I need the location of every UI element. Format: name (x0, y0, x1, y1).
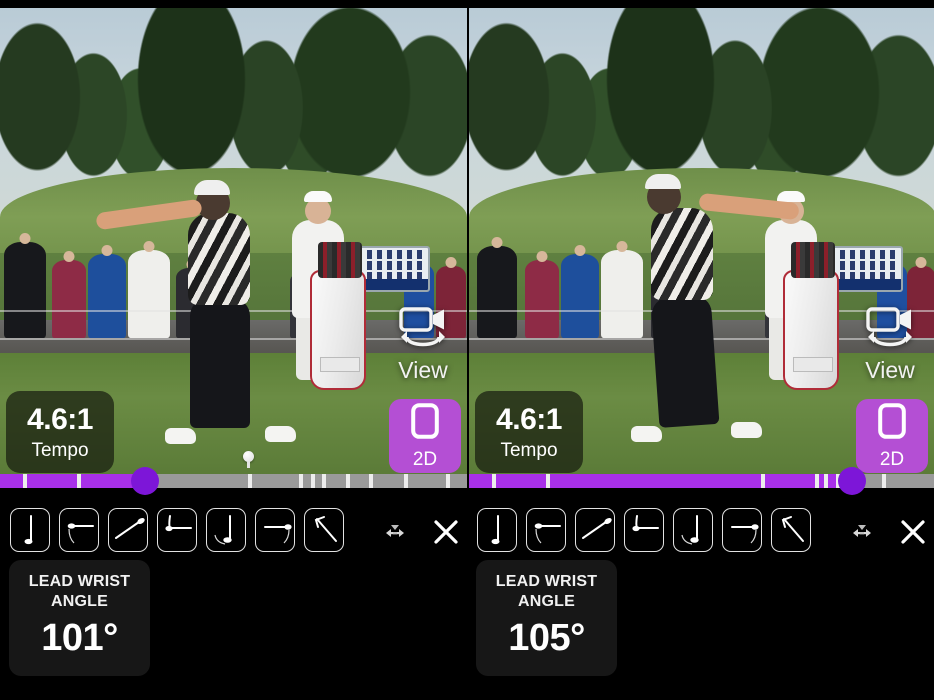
swing-position-p5-downswing[interactable] (673, 508, 713, 552)
close-x-icon[interactable] (899, 518, 927, 551)
tempo-caption: Tempo (31, 439, 89, 461)
swing-position-toolbar-right (477, 508, 811, 552)
tempo-card-left: 4.6:1 Tempo (6, 391, 114, 473)
swing-position-p5-downswing[interactable] (206, 508, 246, 552)
swing-position-p7-follow-through[interactable] (304, 508, 344, 552)
view-button-label: View (398, 356, 448, 383)
bottom-control-bar: LEAD WRIST ANGLE 101° LEAD WRIST ANGLE 1… (0, 500, 934, 700)
video-panes: View 4.6:1 Tempo 2D View 4.6:1 Tempo 2D (0, 0, 934, 500)
metric-title: LEAD WRIST ANGLE (495, 572, 598, 610)
metric-value: 101° (41, 617, 118, 660)
scrubber-tick (403, 474, 408, 488)
timeline-scrubber-right[interactable] (469, 467, 934, 495)
view-button-label: View (865, 356, 915, 383)
swing-position-p6-impact[interactable] (255, 508, 295, 552)
scrubber-tick (445, 474, 450, 488)
golf-bag (310, 242, 366, 390)
video-pane-left[interactable]: View 4.6:1 Tempo 2D (0, 0, 467, 500)
scrubber-tick (814, 474, 819, 488)
scrubber-tick (345, 474, 350, 488)
swing-position-p6-impact[interactable] (722, 508, 762, 552)
scrubber-fill (0, 474, 145, 488)
scrubber-tick (298, 474, 303, 488)
scrubber-tick (492, 474, 497, 488)
scrubber-tick (247, 474, 252, 488)
tempo-value: 4.6:1 (27, 402, 93, 436)
scrubber-tick (760, 474, 765, 488)
mode-toggle-2d-right[interactable]: 2D (856, 399, 928, 473)
view-toggle-button-right[interactable]: View (852, 306, 928, 382)
video-camera-rotate-icon (862, 306, 918, 357)
swing-position-p4-top[interactable] (624, 508, 664, 552)
video-pane-right[interactable]: View 4.6:1 Tempo 2D (467, 0, 934, 500)
controls-left: LEAD WRIST ANGLE 101° (0, 500, 467, 700)
mode-toggle-2d-left[interactable]: 2D (389, 399, 461, 473)
toolbar-actions-left (378, 518, 460, 551)
view-toggle-button-left[interactable]: View (385, 306, 461, 382)
swing-position-toolbar-left (10, 508, 344, 552)
swing-position-p4-top[interactable] (157, 508, 197, 552)
swing-position-p1-address[interactable] (477, 508, 517, 552)
scrubber-tick (322, 474, 327, 488)
metric-title: LEAD WRIST ANGLE (28, 572, 131, 610)
swing-position-p3-backswing[interactable] (108, 508, 148, 552)
caddie-cap (304, 191, 332, 202)
tempo-value: 4.6:1 (496, 402, 562, 436)
controls-right: LEAD WRIST ANGLE 105° (467, 500, 934, 700)
scrubber-thumb[interactable] (130, 467, 159, 495)
scrubber-thumb[interactable] (837, 467, 866, 495)
mode-button-label: 2D (879, 448, 905, 470)
horizontal-resize-icon[interactable] (378, 521, 412, 548)
timeline-scrubber-left[interactable] (0, 467, 467, 495)
tempo-caption: Tempo (500, 439, 558, 461)
tempo-card-right: 4.6:1 Tempo (475, 391, 583, 473)
scrubber-tick (823, 474, 828, 488)
metric-value: 105° (508, 617, 585, 660)
scrubber-tick (368, 474, 373, 488)
scrubber-tick (882, 474, 887, 488)
golf-bag (783, 242, 839, 390)
scrubber-tick (77, 474, 82, 488)
phone-portrait-icon (877, 402, 907, 445)
close-x-icon[interactable] (432, 518, 460, 551)
toolbar-actions-right (845, 518, 927, 551)
golf-tee (247, 461, 250, 468)
horizontal-resize-icon[interactable] (845, 521, 879, 548)
swing-position-p2-takeaway[interactable] (526, 508, 566, 552)
scrubber-fill (469, 474, 852, 488)
swing-comparison-app: View 4.6:1 Tempo 2D View 4.6:1 Tempo 2D … (0, 0, 934, 700)
scrubber-tick (546, 474, 551, 488)
swing-position-p3-backswing[interactable] (575, 508, 615, 552)
scrubber-tick (310, 474, 315, 488)
swing-position-p1-address[interactable] (10, 508, 50, 552)
metric-card-left: LEAD WRIST ANGLE 101° (9, 560, 150, 676)
video-camera-rotate-icon (395, 306, 451, 357)
swing-position-p2-takeaway[interactable] (59, 508, 99, 552)
mode-button-label: 2D (412, 448, 438, 470)
phone-portrait-icon (410, 402, 440, 445)
scrubber-tick (23, 474, 28, 488)
swing-position-p7-follow-through[interactable] (771, 508, 811, 552)
metric-card-right: LEAD WRIST ANGLE 105° (476, 560, 617, 676)
